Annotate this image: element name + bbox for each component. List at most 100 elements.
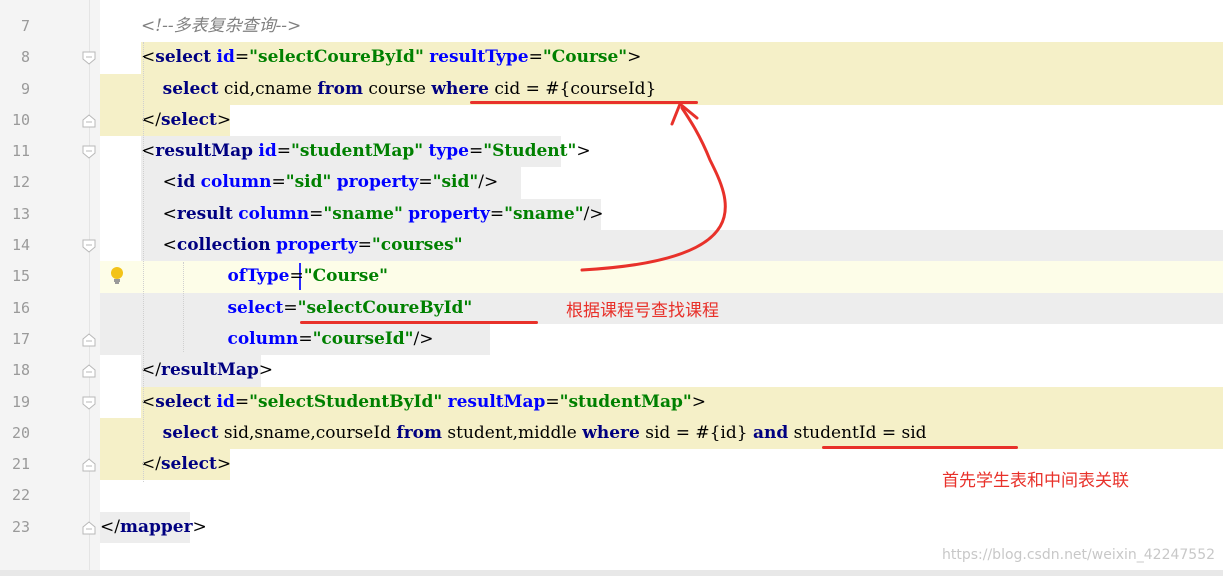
code-token: > xyxy=(576,141,591,162)
code-token: <!--多表复杂查询--> xyxy=(141,16,302,36)
line-code[interactable]: </mapper> xyxy=(100,512,207,543)
fold-marker-icon[interactable] xyxy=(82,114,96,128)
code-token: </ xyxy=(100,516,120,537)
code-token: select xyxy=(160,109,217,130)
code-token: ofType xyxy=(227,266,290,287)
code-token: mapper xyxy=(119,516,193,537)
line-code[interactable]: <result column="sname" property="sname"/… xyxy=(141,199,604,230)
line-code[interactable]: column="courseId"/> xyxy=(141,324,434,355)
code-token: /> xyxy=(583,203,604,224)
code-token: property xyxy=(408,203,490,224)
code-token: "selectStudentById" xyxy=(249,391,443,412)
line-number: 11 xyxy=(11,142,30,161)
line-number: 18 xyxy=(11,361,30,380)
fold-marker-icon[interactable] xyxy=(82,396,96,410)
code-token: = xyxy=(289,266,304,287)
fold-marker-icon[interactable] xyxy=(82,333,96,347)
code-token: where xyxy=(431,78,489,99)
code-token: "Student" xyxy=(483,141,577,162)
code-line[interactable]: 20 select sid,sname,courseId from studen… xyxy=(0,417,1223,450)
code-token: course xyxy=(362,78,432,99)
line-number: 21 xyxy=(11,455,30,474)
code-token: sid,sname,courseId xyxy=(218,422,397,443)
fold-marker-icon[interactable] xyxy=(82,458,96,472)
line-code[interactable]: </select> xyxy=(141,449,231,480)
line-number: 8 xyxy=(20,48,30,67)
code-line[interactable]: 11 <resultMap id="studentMap" type="Stud… xyxy=(0,136,1223,168)
code-token: < xyxy=(141,203,177,224)
code-token: /> xyxy=(413,328,434,349)
tag-match-highlight xyxy=(681,386,1223,418)
fold-marker-icon[interactable] xyxy=(82,51,96,65)
code-line[interactable]: 12 <id column="sid" property="sid"/> xyxy=(0,167,1223,199)
code-token: > xyxy=(258,360,273,381)
code-token: from xyxy=(396,422,442,443)
code-token: = xyxy=(298,328,313,349)
code-token: "sid" xyxy=(285,172,332,193)
code-line[interactable]: 10 </select> xyxy=(0,104,1223,137)
code-line[interactable]: 14 <collection property="courses" xyxy=(0,230,1223,262)
line-code[interactable]: select="selectCoureById" xyxy=(141,293,472,324)
line-number: 7 xyxy=(20,17,30,35)
line-number: 10 xyxy=(11,110,30,129)
fold-marker-icon[interactable] xyxy=(82,239,96,253)
code-token: "sid" xyxy=(432,172,479,193)
horizontal-scrollbar[interactable] xyxy=(0,570,1223,576)
line-code[interactable]: <select id="selectStudentById" resultMap… xyxy=(141,387,706,418)
line-code[interactable]: </resultMap> xyxy=(141,355,273,386)
code-token: resultMap xyxy=(447,391,546,412)
code-token: = xyxy=(528,47,543,68)
line-code[interactable]: <!--多表复杂查询--> xyxy=(141,11,301,42)
code-token: select xyxy=(155,47,212,68)
line-code[interactable]: ofType="Course" xyxy=(141,261,388,292)
fold-marker-icon[interactable] xyxy=(82,521,96,535)
code-token: select xyxy=(162,78,219,99)
fold-marker-icon[interactable] xyxy=(82,145,96,159)
code-token: result xyxy=(176,203,233,224)
code-token: select xyxy=(227,297,284,318)
line-number: 9 xyxy=(20,79,30,98)
code-token: = xyxy=(489,203,505,224)
code-token: column xyxy=(227,328,299,349)
code-token: cid,cname xyxy=(218,78,318,99)
code-token: > xyxy=(627,47,642,68)
code-line[interactable]: 7 <!--多表复杂查询--> xyxy=(0,11,1223,42)
line-code[interactable]: <resultMap id="studentMap" type="Student… xyxy=(141,136,591,167)
code-token: = xyxy=(234,47,250,68)
code-token: sid = #{id} xyxy=(639,422,753,443)
code-token: id xyxy=(216,391,235,412)
line-number: 13 xyxy=(11,204,30,223)
line-code[interactable]: </select> xyxy=(141,105,231,136)
line-number: 23 xyxy=(11,517,30,536)
code-token: "studentMap" xyxy=(559,391,692,412)
line-code[interactable]: <select id="selectCoureById" resultType=… xyxy=(141,42,641,73)
code-editor[interactable]: 7 <!--多表复杂查询--> 8 <select id="selectCour… xyxy=(0,0,1223,576)
code-token: where xyxy=(582,422,640,443)
code-line[interactable]: 19 <select id="selectStudentById" result… xyxy=(0,386,1223,418)
code-token: "sname" xyxy=(323,203,403,224)
code-line[interactable]: 18 </resultMap> xyxy=(0,355,1223,387)
line-code[interactable]: select sid,sname,courseId from student,m… xyxy=(141,418,927,449)
code-line[interactable]: 13 <result column="sname" property="snam… xyxy=(0,198,1223,231)
indent-guide xyxy=(143,42,144,482)
code-token: select xyxy=(155,391,212,412)
code-line[interactable]: 23 </mapper> xyxy=(0,511,1223,544)
code-token: from xyxy=(317,78,363,99)
code-token: id xyxy=(258,141,277,162)
code-token: cid = #{courseId} xyxy=(488,78,657,99)
code-token: resultType xyxy=(429,47,529,68)
line-code[interactable]: <id column="sid" property="sid"/> xyxy=(141,167,499,198)
code-token: resultMap xyxy=(155,141,253,162)
code-line[interactable]: 8 <select id="selectCoureById" resultTyp… xyxy=(0,42,1223,74)
line-code[interactable]: <collection property="courses" xyxy=(141,230,463,261)
code-token: < xyxy=(141,172,177,193)
annotation-select-note: 根据课程号查找课程 xyxy=(566,301,719,321)
code-token: "Course" xyxy=(542,47,628,68)
fold-marker-icon[interactable] xyxy=(82,364,96,378)
code-token: = xyxy=(276,141,291,162)
lightbulb-icon[interactable] xyxy=(110,266,124,286)
